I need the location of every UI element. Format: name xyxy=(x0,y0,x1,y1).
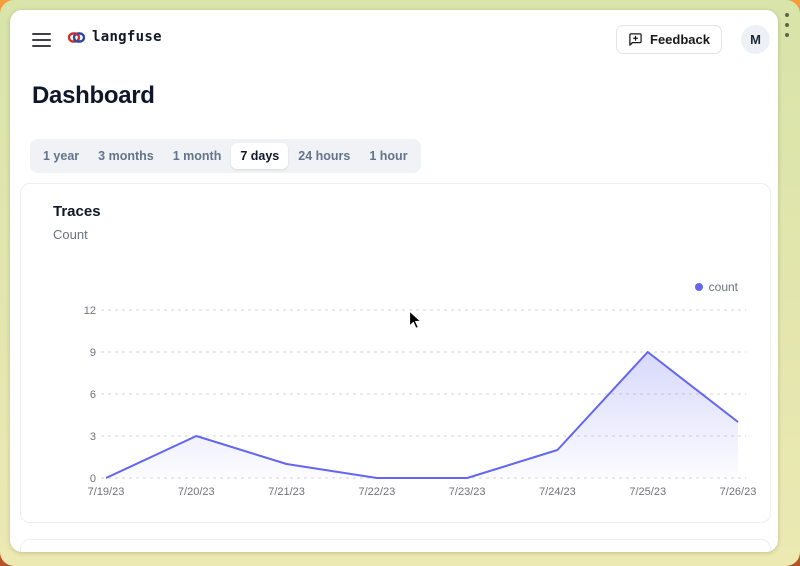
card-title: Traces xyxy=(53,203,101,220)
x-tick-label: 7/19/23 xyxy=(88,486,125,498)
feedback-label: Feedback xyxy=(650,32,710,47)
tab-1-hour[interactable]: 1 hour xyxy=(360,143,416,169)
x-tick-label: 7/23/23 xyxy=(449,486,486,498)
tab-7-days[interactable]: 7 days xyxy=(231,143,288,169)
feedback-button[interactable]: Feedback xyxy=(616,25,722,54)
x-tick-label: 7/20/23 xyxy=(178,486,215,498)
tab-24-hours[interactable]: 24 hours xyxy=(289,143,359,169)
tab-1-month[interactable]: 1 month xyxy=(164,143,231,169)
traces-chart[interactable]: 12 9 6 3 07/19/23 7/20/23 7/21/23 7/22/23 7/23/2… xyxy=(81,301,761,501)
y-tick-label: 9 xyxy=(90,347,96,359)
langfuse-logo-icon xyxy=(68,31,85,44)
tab-3-months[interactable]: 3 months xyxy=(89,143,163,169)
page-title: Dashboard xyxy=(32,82,155,110)
x-tick-label: 7/21/23 xyxy=(268,486,305,498)
traces-card: Traces Count count 12 9 6 3 07/19/23 7/20/23 7… xyxy=(20,183,771,523)
area-fill xyxy=(106,352,738,478)
chart-legend: count xyxy=(695,280,738,294)
x-tick-label: 7/25/23 xyxy=(629,486,666,498)
x-tick-label: 7/26/23 xyxy=(720,486,757,498)
brand-name: langfuse xyxy=(92,29,162,45)
grip-dots-icon xyxy=(785,13,790,43)
y-tick-label: 6 xyxy=(90,389,96,401)
y-tick-label: 12 xyxy=(84,305,96,317)
tab-1-year[interactable]: 1 year xyxy=(34,143,88,169)
next-card-peek xyxy=(20,539,771,552)
brand[interactable]: langfuse xyxy=(68,29,162,45)
y-tick-label: 3 xyxy=(90,431,96,443)
hamburger-menu-icon[interactable] xyxy=(32,33,51,51)
card-subtitle: Count xyxy=(53,227,88,242)
legend-label: count xyxy=(709,280,738,294)
time-range-tabs: 1 year3 months1 month7 days24 hours1 hou… xyxy=(30,139,421,173)
x-tick-label: 7/24/23 xyxy=(539,486,576,498)
user-avatar[interactable]: M xyxy=(741,25,770,54)
y-tick-label: 0 xyxy=(90,473,96,485)
message-square-plus-icon xyxy=(628,32,643,47)
app-window: langfuse Feedback M Dashboard 1 year3 mo… xyxy=(10,10,778,552)
legend-dot-icon xyxy=(695,283,703,291)
x-tick-label: 7/22/23 xyxy=(359,486,396,498)
